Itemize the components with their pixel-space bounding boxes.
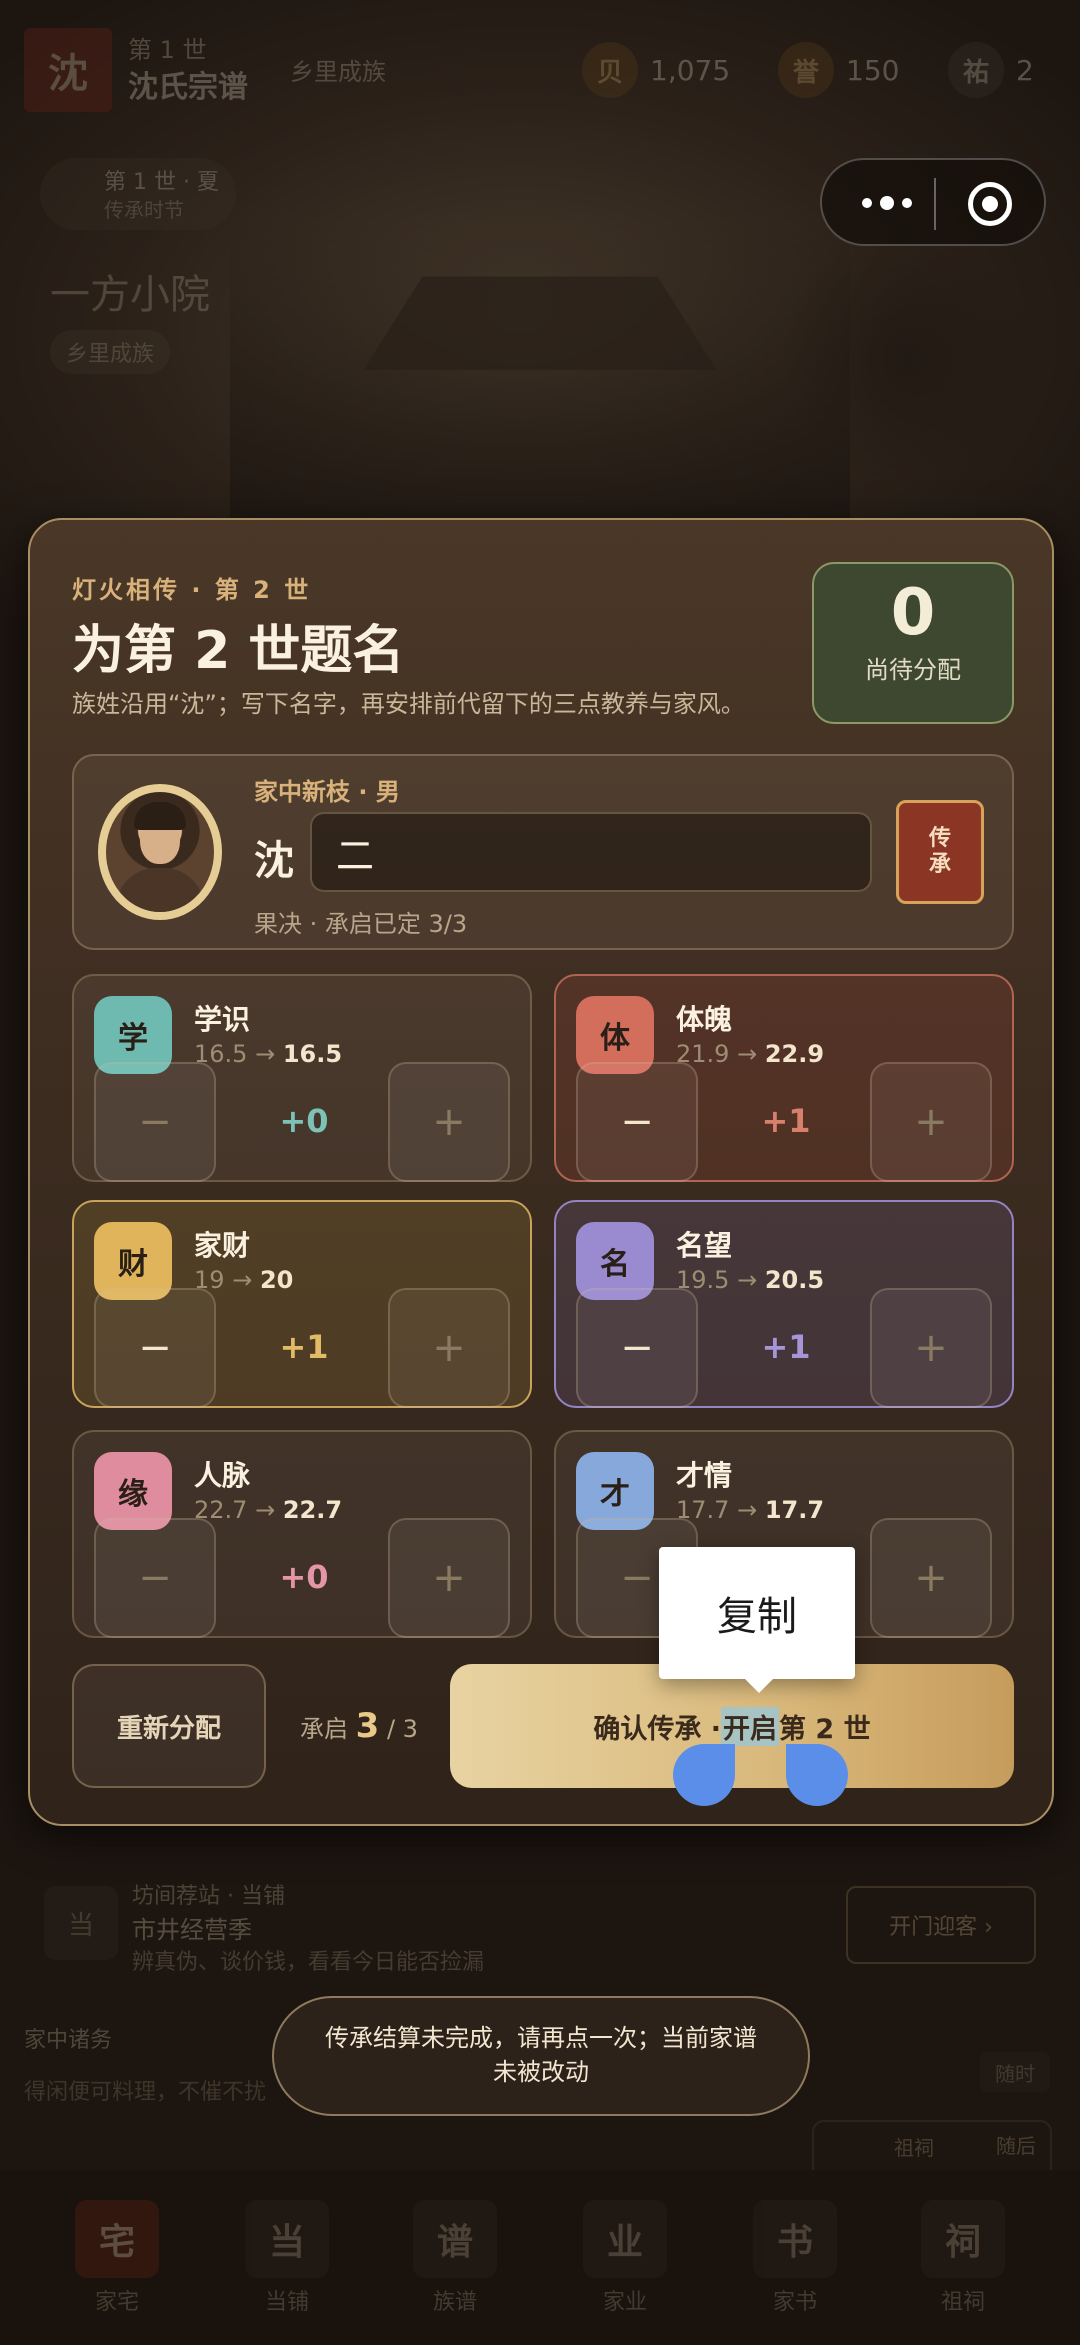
stat-value: 16.5 → 16.5 bbox=[194, 1040, 343, 1068]
stat-value: 19.5 → 20.5 bbox=[676, 1266, 825, 1294]
selected-text: 开启 bbox=[721, 1706, 780, 1746]
selection-handle-end[interactable] bbox=[786, 1744, 848, 1806]
stat-card-wealth: 财 家财 19 → 20 − +1 + bbox=[72, 1200, 532, 1408]
stat-value: 19 → 20 bbox=[194, 1266, 294, 1294]
modal-description: 族姓沿用“沈”；写下名字，再安排前代留下的三点教养与家风。 bbox=[72, 690, 745, 718]
close-target-icon[interactable] bbox=[968, 182, 1012, 226]
stat-delta: +1 bbox=[761, 1328, 811, 1366]
heir-label: 家中新枝 · 男 bbox=[254, 778, 400, 806]
stat-card-learning: 学 学识 16.5 → 16.5 − +0 + bbox=[72, 974, 532, 1182]
decrease-button[interactable]: − bbox=[576, 1062, 698, 1182]
stat-name: 名望 bbox=[676, 1229, 733, 1262]
increase-button[interactable]: + bbox=[870, 1518, 992, 1638]
decrease-button[interactable]: − bbox=[94, 1062, 216, 1182]
inherit-count: 承启 3 / 3 bbox=[300, 1706, 418, 1746]
pending-points-box: 0 尚待分配 bbox=[812, 562, 1014, 724]
decrease-button[interactable]: − bbox=[94, 1288, 216, 1408]
decrease-button[interactable]: − bbox=[576, 1288, 698, 1408]
stat-name: 家财 bbox=[194, 1229, 251, 1262]
stat-name: 学识 bbox=[194, 1003, 251, 1036]
pass-on-button[interactable]: 传 承 bbox=[896, 800, 984, 904]
heir-status: 果决 · 承启已定 3/3 bbox=[254, 910, 468, 938]
stat-value: 22.7 → 22.7 bbox=[194, 1496, 343, 1524]
stat-value: 17.7 → 17.7 bbox=[676, 1496, 825, 1524]
increase-button[interactable]: + bbox=[388, 1062, 510, 1182]
heir-card: 家中新枝 · 男 沈 果决 · 承启已定 3/3 传 承 bbox=[72, 754, 1014, 950]
stat-delta: +1 bbox=[761, 1102, 811, 1140]
heir-portrait bbox=[98, 784, 222, 920]
more-icon[interactable] bbox=[852, 188, 922, 218]
pass-on-label-2: 承 bbox=[928, 852, 951, 877]
modal-title: 为第 2 世题名 bbox=[72, 621, 405, 681]
stat-name: 才情 bbox=[676, 1459, 733, 1492]
stat-value: 21.9 → 22.9 bbox=[676, 1040, 825, 1068]
copy-menu-item[interactable]: 复制 bbox=[659, 1547, 855, 1693]
pending-points-value: 0 bbox=[890, 576, 936, 650]
stat-delta: +1 bbox=[279, 1328, 329, 1366]
given-name-input[interactable] bbox=[310, 812, 872, 892]
stat-card-connections: 缘 人脉 22.7 → 22.7 − +0 + bbox=[72, 1430, 532, 1638]
confirm-label-end: 第 2 世 bbox=[779, 1713, 871, 1745]
pending-points-label: 尚待分配 bbox=[865, 656, 961, 684]
redistribute-button[interactable]: 重新分配 bbox=[72, 1664, 266, 1788]
decrease-button[interactable]: − bbox=[94, 1518, 216, 1638]
increase-button[interactable]: + bbox=[870, 1288, 992, 1408]
toast-message: 传承结算未完成，请再点一次；当前家谱未被改动 bbox=[272, 1996, 810, 2116]
stat-name: 体魄 bbox=[676, 1003, 733, 1036]
increase-button[interactable]: + bbox=[388, 1518, 510, 1638]
increase-button[interactable]: + bbox=[388, 1288, 510, 1408]
stat-name: 人脉 bbox=[194, 1459, 251, 1492]
miniprogram-capsule bbox=[820, 158, 1046, 246]
pass-on-label-1: 传 bbox=[928, 825, 951, 851]
heir-surname: 沈 bbox=[254, 838, 294, 884]
stat-delta: +0 bbox=[279, 1102, 329, 1140]
stat-card-fame: 名 名望 19.5 → 20.5 − +1 + bbox=[554, 1200, 1014, 1408]
stat-card-physique: 体 体魄 21.9 → 22.9 − +1 + bbox=[554, 974, 1014, 1182]
stat-delta: +0 bbox=[279, 1558, 329, 1596]
selection-handle-start[interactable] bbox=[673, 1744, 735, 1806]
inheritance-modal: 灯火相传 · 第 2 世 为第 2 世题名 族姓沿用“沈”；写下名字，再安排前代… bbox=[28, 518, 1054, 1826]
modal-kicker: 灯火相传 · 第 2 世 bbox=[72, 576, 312, 604]
increase-button[interactable]: + bbox=[870, 1062, 992, 1182]
capsule-divider bbox=[934, 178, 936, 230]
confirm-label: 确认传承 · bbox=[593, 1713, 722, 1745]
